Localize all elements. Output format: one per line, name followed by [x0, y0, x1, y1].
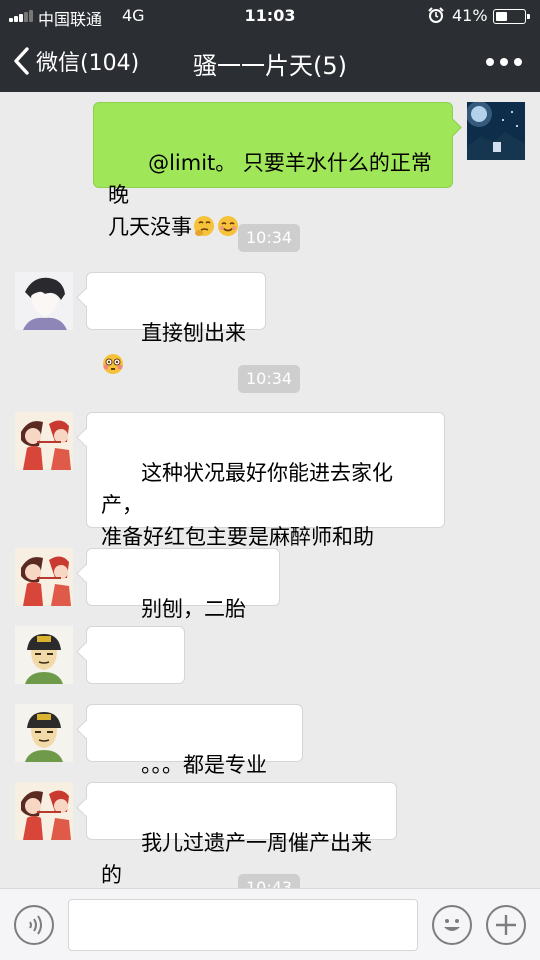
timestamp: 10:34: [238, 224, 301, 252]
emoji-icon: [444, 919, 460, 931]
message-row: @limit。 只要羊水什么的正常晚 几天没事: [0, 102, 540, 239]
message-row: 别刨，二胎费劲: [0, 548, 540, 653]
cartoon-face-avatar[interactable]: [15, 626, 73, 684]
message-bubble[interactable]: 。。。: [86, 626, 185, 731]
message-bubble[interactable]: @limit。 只要羊水什么的正常晚 几天没事: [93, 102, 453, 239]
more-button[interactable]: [486, 56, 522, 70]
emoji-button[interactable]: [432, 905, 472, 945]
cartoon-girl-avatar[interactable]: [15, 412, 73, 470]
anime-boy-avatar[interactable]: [15, 272, 73, 330]
message-row: 直接刨出来: [0, 272, 540, 374]
thinking-face-emoji: [194, 216, 214, 236]
voice-icon: [29, 915, 42, 935]
message-input[interactable]: [68, 899, 418, 951]
chat-title: 骚一一片天(5): [193, 52, 347, 80]
top-bar: 中国联通 4G 11:03 41% 微信(104) 骚一一片天(5): [0, 0, 540, 92]
message-text: 我儿过遗产一周催产出来的: [101, 831, 373, 887]
message-row: 这种状况最好你能进去家化产， 准备好红包主要是麻醉师和助 产，接生的不必给: [0, 412, 540, 581]
chat-area[interactable]: @limit。 只要羊水什么的正常晚 几天没事 10:34 直接刨出来 10:3…: [0, 92, 540, 888]
message-row: 。。。: [0, 626, 540, 731]
night-sky-avatar[interactable]: [467, 102, 525, 160]
voice-button[interactable]: [14, 905, 54, 945]
message-bubble[interactable]: 我儿过遗产一周催产出来的: [86, 782, 397, 887]
input-bar: [0, 888, 540, 960]
cartoon-face-avatar[interactable]: [15, 704, 73, 762]
message-bubble[interactable]: 直接刨出来: [86, 272, 266, 374]
flushed-face-emoji: [103, 354, 123, 374]
message-text: 直接刨出来: [141, 321, 247, 345]
cartoon-girl-avatar[interactable]: [15, 548, 73, 606]
alarm-icon: [428, 7, 444, 23]
plus-icon: [496, 915, 516, 935]
more-functions-button[interactable]: [486, 905, 526, 945]
more-icon-dot: [514, 58, 522, 66]
timestamp: 10:43: [238, 874, 301, 888]
battery-icon: [493, 9, 530, 24]
message-bubble[interactable]: 这种状况最好你能进去家化产， 准备好红包主要是麻醉师和助 产，接生的不必给: [86, 412, 445, 581]
more-icon: [486, 58, 494, 66]
battery-percent: 41%: [452, 6, 488, 25]
message-bubble[interactable]: 。。。都是专业的: [86, 704, 303, 809]
message-row: 。。。都是专业的: [0, 704, 540, 809]
timestamp: 10:34: [238, 365, 301, 393]
message-bubble[interactable]: 别刨，二胎费劲: [86, 548, 280, 653]
cartoon-girl-avatar[interactable]: [15, 782, 73, 840]
status-bar: 中国联通 4G 11:03 41%: [0, 0, 540, 32]
message-row: 我儿过遗产一周催产出来的: [0, 782, 540, 887]
smiling-face-emoji: [218, 216, 238, 236]
more-icon-dot: [500, 58, 508, 66]
